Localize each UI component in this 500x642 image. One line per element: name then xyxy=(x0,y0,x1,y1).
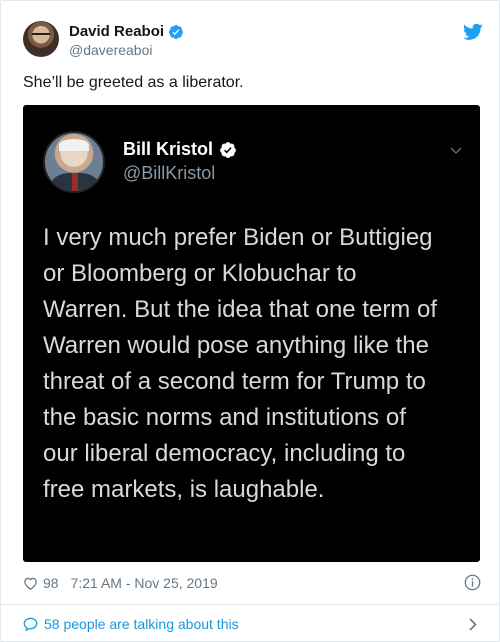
embedded-text-line: the basic norms and institutions of xyxy=(43,404,406,431)
embedded-text-line: Warren. But the idea that one term of xyxy=(43,296,437,323)
embedded-avatar xyxy=(43,131,105,193)
verified-icon xyxy=(220,141,236,158)
embedded-text-line: or Bloomberg or Klobuchar to xyxy=(43,260,357,287)
tweet-text: She’ll be greeted as a liberator. xyxy=(23,74,244,91)
embedded-handle: @BillKristol xyxy=(123,163,216,183)
conversation-link-label[interactable]: 58 people are talking about this xyxy=(44,616,239,632)
embedded-text-line: our liberal democracy, including to xyxy=(43,440,406,467)
divider xyxy=(1,604,499,605)
heart-icon[interactable] xyxy=(23,576,38,590)
tweet-card: David Reaboi @davereaboi She’ll be greet… xyxy=(0,0,500,642)
twitter-bird-icon[interactable] xyxy=(463,23,483,41)
embedded-tweet-text: I very much prefer Biden or Buttigieg or… xyxy=(43,220,468,508)
embedded-text-line: I very much prefer Biden or Buttigieg xyxy=(43,224,433,251)
chevron-down-icon xyxy=(450,147,462,155)
verified-icon xyxy=(169,24,184,39)
chevron-right-icon[interactable] xyxy=(469,618,477,631)
author-display-name[interactable]: David Reaboi xyxy=(69,23,164,40)
tweet-meta: 98 7:21 AM - Nov 25, 2019 xyxy=(23,573,481,593)
speech-bubble-icon xyxy=(23,617,38,631)
tweet-header: David Reaboi @davereaboi xyxy=(23,21,483,61)
embedded-name-row: Bill Kristol xyxy=(123,139,237,160)
author-name-row[interactable]: David Reaboi xyxy=(69,23,184,40)
embedded-text-line: free markets, is laughable. xyxy=(43,476,325,503)
timestamp[interactable]: 7:21 AM - Nov 25, 2019 xyxy=(71,575,218,591)
author-avatar[interactable] xyxy=(23,21,59,57)
embedded-text-line: threat of a second term for Trump to xyxy=(43,368,426,395)
author-handle[interactable]: @davereaboi xyxy=(69,42,153,58)
conversation-link[interactable]: 58 people are talking about this xyxy=(23,614,481,634)
info-icon[interactable] xyxy=(464,574,481,591)
embedded-screenshot[interactable]: Bill Kristol @BillKristol I very much pr… xyxy=(23,105,480,562)
like-count[interactable]: 98 xyxy=(43,575,59,591)
embedded-text-line: Warren would pose anything like the xyxy=(43,332,429,359)
embedded-display-name: Bill Kristol xyxy=(123,139,214,159)
